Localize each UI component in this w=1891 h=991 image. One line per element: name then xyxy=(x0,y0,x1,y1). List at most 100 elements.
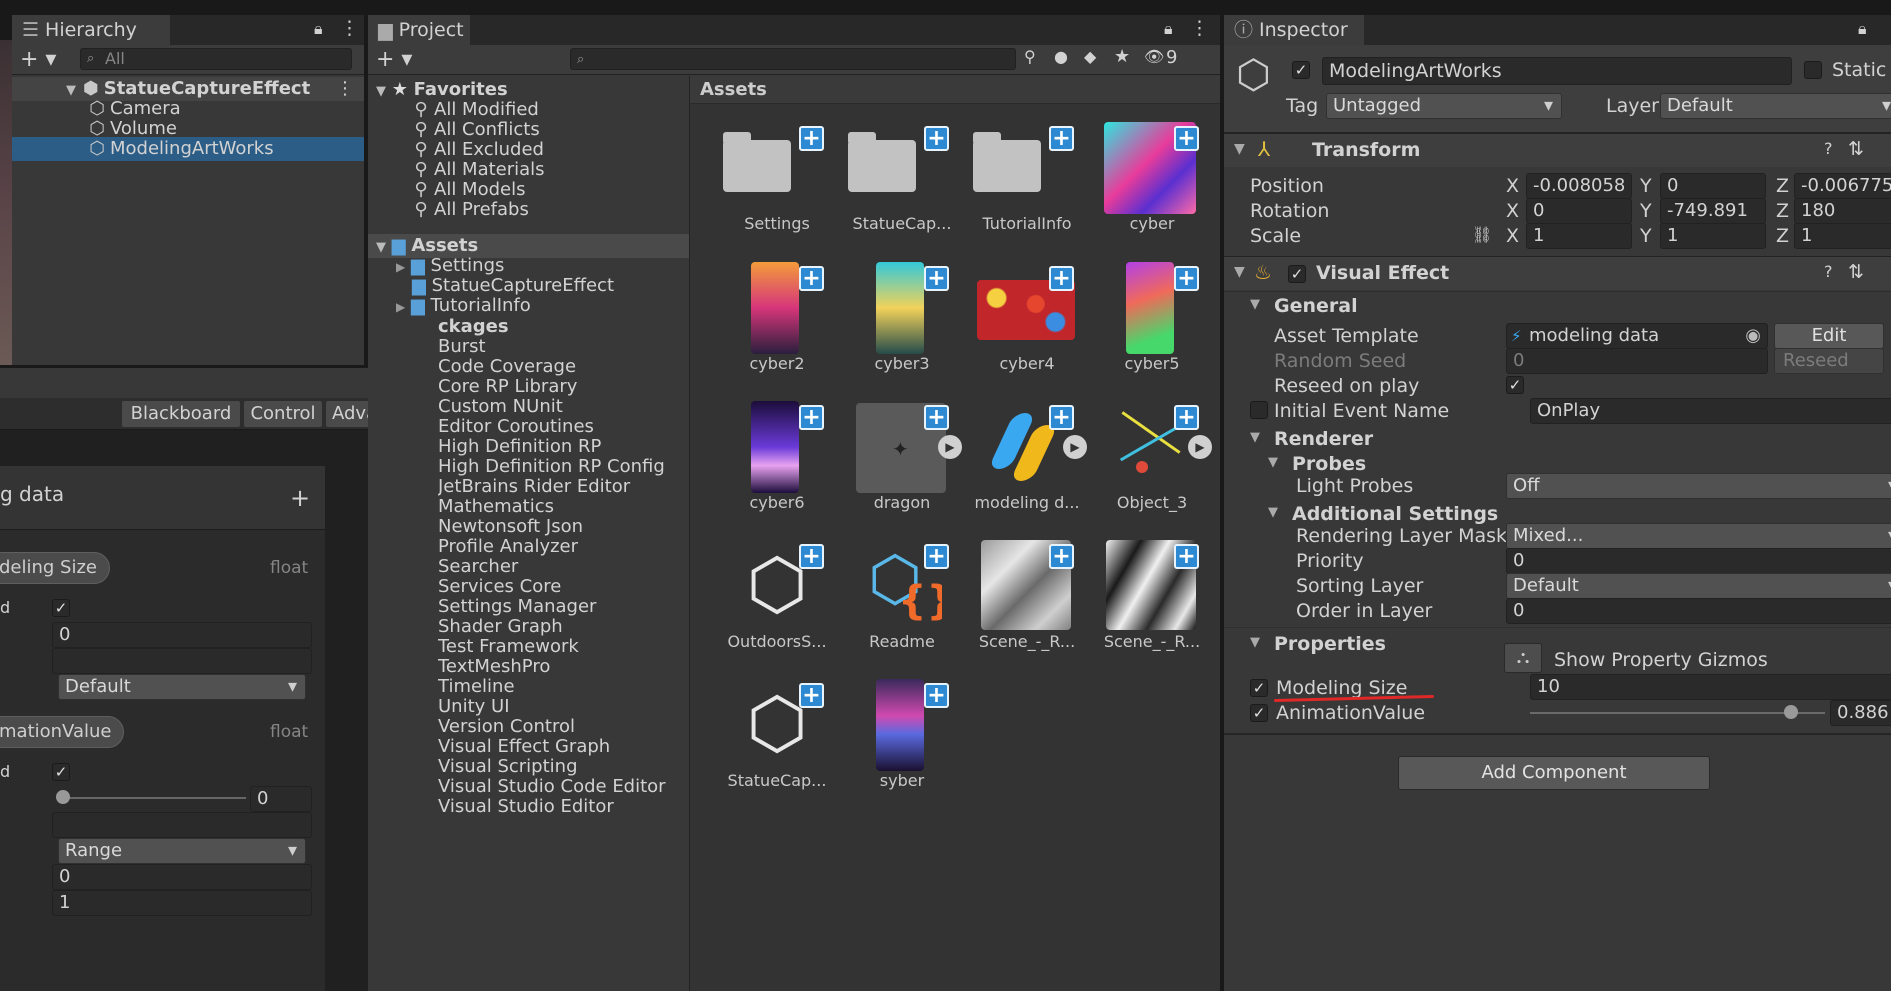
tag-dropdown[interactable]: Untagged xyxy=(1326,93,1562,119)
mode-dropdown[interactable]: Default xyxy=(58,674,306,700)
hierarchy-search-input[interactable]: ⌕ All xyxy=(80,48,352,70)
asset-template-field[interactable]: ⚡ modeling data ◉ xyxy=(1506,323,1768,349)
tab-inspector[interactable]: ⓘ Inspector xyxy=(1224,15,1364,45)
add-asset-plus-icon[interactable]: + xyxy=(1049,544,1074,569)
reseed-on-play-checkbox[interactable]: ✓ xyxy=(1506,376,1524,394)
asset-texture-cyber2[interactable]: + cyber2 xyxy=(717,262,837,401)
lock-icon[interactable]: 🔒︎ xyxy=(314,19,323,39)
range-max-field[interactable]: 1 xyxy=(52,890,312,916)
reseed-button[interactable]: Reseed xyxy=(1774,348,1884,374)
favorite-item[interactable]: ⚲ All Prefabs xyxy=(412,198,528,222)
expand-arrow-icon[interactable]: ▶ xyxy=(396,260,405,274)
add-asset-plus-icon[interactable]: + xyxy=(924,266,949,291)
create-plus-dropdown[interactable]: + ▾ xyxy=(376,47,412,72)
help-icon[interactable]: ? xyxy=(1824,139,1833,158)
package-item[interactable]: Visual Studio Editor xyxy=(438,795,614,819)
position-x-field[interactable]: -0.008058 xyxy=(1526,173,1632,199)
tag-icon[interactable]: ◆ xyxy=(1084,47,1096,66)
scale-y-field[interactable]: 1 xyxy=(1660,223,1766,249)
general-foldout[interactable]: ▼ General xyxy=(1224,291,1891,317)
add-asset-plus-icon[interactable]: + xyxy=(1049,266,1074,291)
object-picker-icon[interactable]: ◉ xyxy=(1745,324,1761,348)
component-settings-icon[interactable]: ⇅ xyxy=(1848,138,1864,160)
range-slider-track[interactable] xyxy=(62,797,246,799)
constrain-proportions-icon[interactable]: ⛓ xyxy=(1472,225,1492,244)
collapse-arrow-icon[interactable]: ▼ xyxy=(1250,297,1260,312)
project-search-input[interactable]: ⌕ xyxy=(570,48,1016,70)
add-asset-plus-icon[interactable]: + xyxy=(1049,405,1074,430)
property-pill-animation-value[interactable]: mationValue xyxy=(0,716,125,748)
layer-dropdown[interactable]: Default xyxy=(1660,93,1891,119)
asset-scene-outdoors[interactable]: ⬡ + OutdoorsS... xyxy=(717,544,837,679)
initial-event-override-checkbox[interactable] xyxy=(1250,401,1268,419)
active-checkbox[interactable]: ✓ xyxy=(1292,61,1310,79)
asset-texture-cyber6[interactable]: + cyber6 xyxy=(717,401,837,540)
exposed-checkbox[interactable]: ✓ xyxy=(52,599,70,617)
add-asset-plus-icon[interactable]: + xyxy=(799,683,824,708)
expand-play-icon[interactable]: ▶ xyxy=(938,435,962,459)
component-enabled-checkbox[interactable]: ✓ xyxy=(1288,265,1306,283)
add-asset-plus-icon[interactable]: + xyxy=(924,683,949,708)
kebab-menu-icon[interactable]: ⋮ xyxy=(340,17,359,39)
add-asset-plus-icon[interactable]: + xyxy=(1174,405,1199,430)
add-asset-plus-icon[interactable]: + xyxy=(799,544,824,569)
add-component-button[interactable]: Add Component xyxy=(1398,756,1710,790)
initial-event-field[interactable]: OnPlay xyxy=(1530,398,1891,424)
create-plus-dropdown[interactable]: + ▾ xyxy=(20,47,56,72)
renderer-foldout[interactable]: ▼ Renderer xyxy=(1224,425,1891,451)
gizmo-toggle-button[interactable]: ⛬ xyxy=(1504,643,1542,673)
add-asset-plus-icon[interactable]: + xyxy=(799,266,824,291)
expand-arrow-icon[interactable]: ▼ xyxy=(66,83,76,98)
expand-arrow-icon[interactable]: ▶ xyxy=(396,300,405,314)
mode-dropdown[interactable]: Range xyxy=(58,838,306,864)
rotation-z-field[interactable]: 180 xyxy=(1794,198,1891,224)
light-probes-dropdown[interactable]: Off xyxy=(1506,473,1891,499)
kebab-menu-icon[interactable]: ⋮ xyxy=(1190,17,1209,39)
asset-folder-tutorialinfo[interactable]: + TutorialInfo xyxy=(967,126,1087,261)
animation-value-field[interactable]: 0.886 xyxy=(1830,700,1891,726)
scale-z-field[interactable]: 1 xyxy=(1794,223,1891,249)
hidden-packages-icon[interactable]: 👁︎ xyxy=(1144,47,1164,66)
asset-texture-scene-r1[interactable]: + Scene_-_R... xyxy=(967,540,1087,679)
tooltip-field[interactable] xyxy=(52,812,312,838)
animation-slider-handle[interactable] xyxy=(1784,705,1799,719)
asset-texture-cyber5[interactable]: + cyber5 xyxy=(1092,262,1212,401)
collapse-arrow-icon[interactable]: ▼ xyxy=(1234,264,1245,280)
add-asset-plus-icon[interactable]: + xyxy=(924,126,949,151)
modeling-size-field[interactable]: 10 xyxy=(1530,674,1891,700)
collapse-arrow-icon[interactable]: ▼ xyxy=(1268,505,1278,520)
transform-header[interactable]: ▼ ⅄ Transform ? ⇅ xyxy=(1224,133,1891,167)
add-asset-plus-icon[interactable]: + xyxy=(924,405,949,430)
default-value-field[interactable]: 0 xyxy=(52,622,312,648)
position-y-field[interactable]: 0 xyxy=(1660,173,1766,199)
expand-play-icon[interactable]: ▶ xyxy=(1063,435,1087,459)
component-settings-icon[interactable]: ⇅ xyxy=(1848,261,1864,283)
asset-texture-cyber[interactable]: + cyber xyxy=(1092,122,1212,261)
lock-icon[interactable]: 🔒︎ xyxy=(1858,19,1867,39)
tab-hierarchy[interactable]: ☰ Hierarchy xyxy=(12,15,170,45)
add-asset-plus-icon[interactable]: + xyxy=(1174,126,1199,151)
sorting-layer-dropdown[interactable]: Default xyxy=(1506,573,1891,599)
expand-play-icon[interactable]: ▶ xyxy=(1188,435,1212,459)
scale-x-field[interactable]: 1 xyxy=(1526,223,1632,249)
add-property-button[interactable]: + xyxy=(290,484,310,512)
add-asset-plus-icon[interactable]: + xyxy=(1174,544,1199,569)
collapse-arrow-icon[interactable]: ▼ xyxy=(1234,141,1245,157)
control-toggle-button[interactable]: Control xyxy=(244,401,322,427)
asset-folder-settings[interactable]: + Settings xyxy=(717,126,837,261)
rotation-x-field[interactable]: 0 xyxy=(1526,198,1632,224)
property-pill-modeling-size[interactable]: deling Size xyxy=(0,552,111,584)
asset-readme[interactable]: ⬡{}+Readme xyxy=(842,544,962,679)
position-z-field[interactable]: -0.006775 xyxy=(1794,173,1891,199)
expand-arrow-icon[interactable]: ▼ xyxy=(376,240,386,255)
add-asset-plus-icon[interactable]: + xyxy=(924,544,949,569)
tooltip-field[interactable] xyxy=(52,648,312,674)
asset-texture-syber[interactable]: + syber xyxy=(842,679,962,818)
asset-folder-statuecapture[interactable]: + StatueCap... xyxy=(842,126,962,261)
add-asset-plus-icon[interactable]: + xyxy=(799,405,824,430)
object-name-field[interactable]: ModelingArtWorks xyxy=(1322,57,1792,85)
static-checkbox[interactable] xyxy=(1804,61,1822,79)
random-seed-field[interactable]: 0 xyxy=(1506,348,1768,374)
exposed-checkbox[interactable]: ✓ xyxy=(52,763,70,781)
collapse-arrow-icon[interactable]: ▼ xyxy=(1250,430,1260,445)
